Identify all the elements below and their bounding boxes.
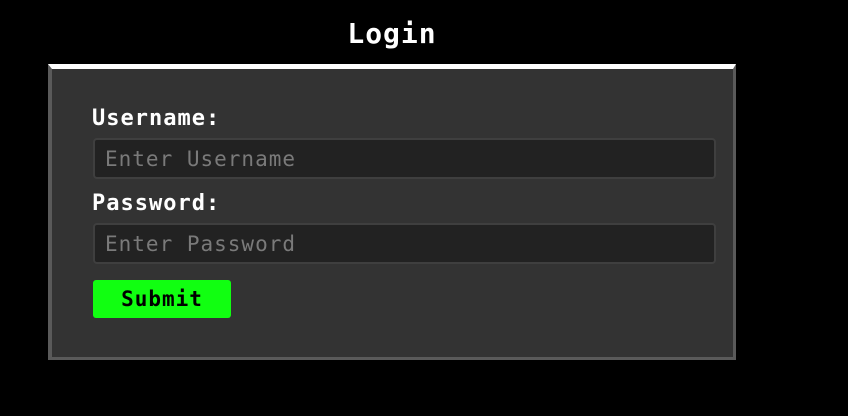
login-form: Username: Password: Submit <box>48 64 736 360</box>
page-title: Login <box>347 17 437 50</box>
login-page: Login Username: Password: Submit <box>0 0 848 416</box>
password-label: Password: <box>92 191 221 216</box>
username-label: Username: <box>92 106 221 131</box>
password-input[interactable] <box>93 223 716 264</box>
username-input[interactable] <box>93 138 716 179</box>
submit-button[interactable]: Submit <box>93 280 231 318</box>
